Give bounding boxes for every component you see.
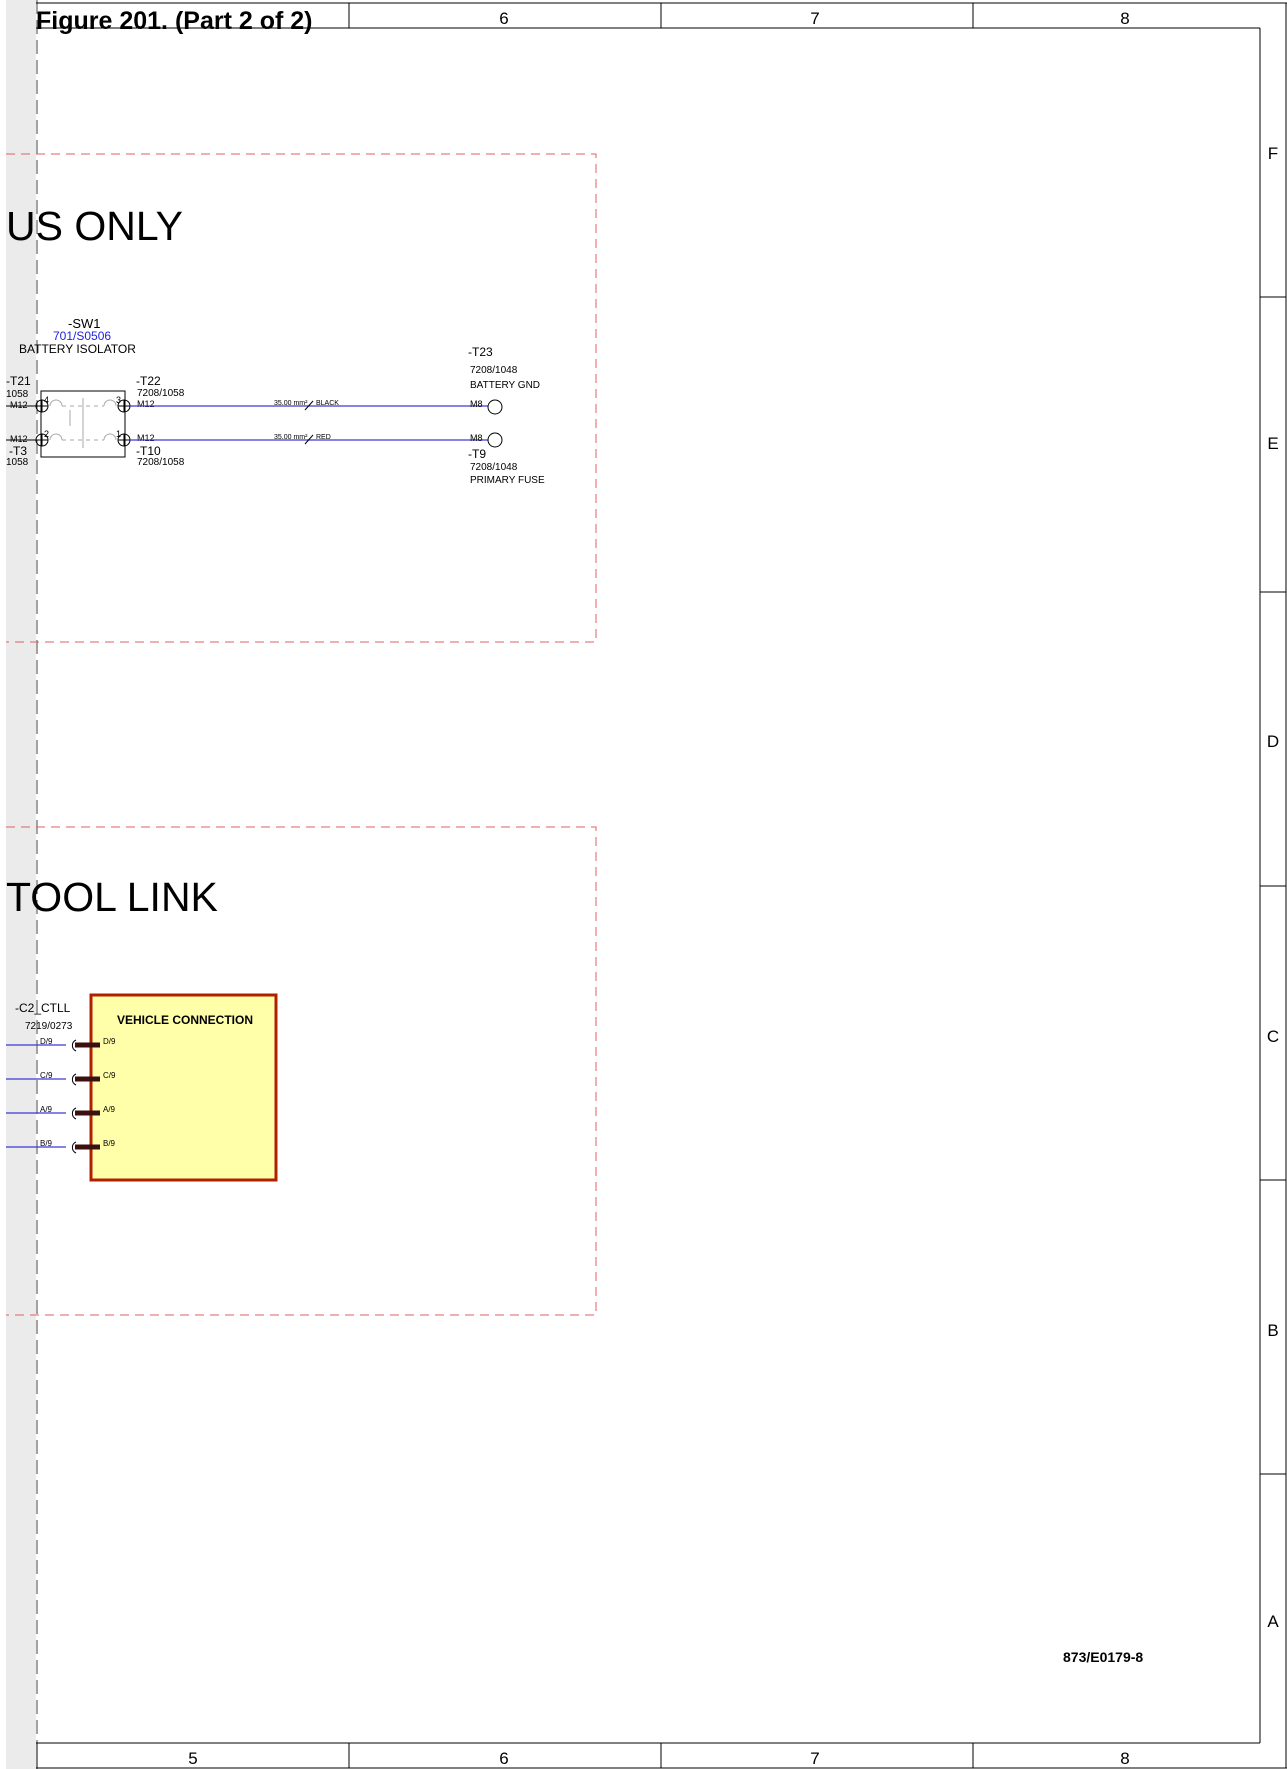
box-title: VEHICLE CONNECTION xyxy=(117,1013,253,1027)
pin-label: A/9 xyxy=(103,1105,116,1114)
pin-label: C/9 xyxy=(103,1071,116,1080)
t21-ref: 1058 xyxy=(6,389,29,400)
pin-label: A/9 xyxy=(40,1105,53,1114)
row-label: C xyxy=(1267,1027,1279,1046)
t9-desc: PRIMARY FUSE xyxy=(470,475,545,486)
row-label: F xyxy=(1268,144,1278,163)
row-label: B xyxy=(1267,1321,1278,1340)
row-label: A xyxy=(1267,1612,1279,1631)
column-label: 7 xyxy=(810,9,819,28)
switch-pin: 2 xyxy=(44,429,49,439)
ring-terminal xyxy=(487,399,503,415)
connector-tag: -C2_CTLL xyxy=(15,1001,71,1015)
pin-label: B/9 xyxy=(103,1139,116,1148)
row-label: D xyxy=(1267,732,1279,751)
row-labels: F E D C B A xyxy=(1267,144,1279,1631)
t21-tag: -T21 xyxy=(6,374,31,388)
t21-bolt: M12 xyxy=(10,400,28,410)
switch-pin: 1 xyxy=(116,429,121,439)
t9-tag: -T9 xyxy=(468,447,486,461)
column-label: 8 xyxy=(1120,1749,1129,1768)
figure-title: Figure 201. (Part 2 of 2) xyxy=(36,7,312,35)
t9-ref: 7208/1048 xyxy=(470,462,518,473)
pin-label: C/9 xyxy=(40,1071,53,1080)
t22-bolt: M12 xyxy=(137,399,155,409)
column-label: 5 xyxy=(188,1749,197,1768)
t23-bolt: M8 xyxy=(470,399,483,409)
us-only-section: US ONLY -SW1 701/S0506 BATTERY ISOLATOR … xyxy=(6,153,597,643)
column-label: 8 xyxy=(1120,9,1129,28)
column-labels-top: 6 7 8 xyxy=(499,9,1129,28)
t10-tag: -T10 xyxy=(136,444,161,458)
t10-ref: 7208/1058 xyxy=(137,457,185,468)
t22-ref: 7208/1058 xyxy=(137,388,185,399)
drawing-number: 873/E0179-8 xyxy=(1063,1649,1143,1665)
switch-pin: 4 xyxy=(44,395,49,405)
pin-label: D/9 xyxy=(40,1037,53,1046)
pin-label: B/9 xyxy=(40,1139,53,1148)
schematic-sheet: Figure 201. (Part 2 of 2) 6 7 8 5 6 7 8 … xyxy=(6,0,1287,1769)
switch-desc: BATTERY ISOLATOR xyxy=(19,342,136,356)
t23-desc: BATTERY GND xyxy=(470,380,540,391)
section-title: TOOL LINK xyxy=(6,874,218,920)
column-label: 6 xyxy=(499,1749,508,1768)
section-title: US ONLY xyxy=(6,203,183,249)
column-labels-bottom: 5 6 7 8 xyxy=(188,1749,1129,1768)
switch-contacts xyxy=(49,398,117,448)
t10-bolt: M12 xyxy=(137,433,155,443)
connector-ref: 7219/0273 xyxy=(25,1021,73,1032)
row-label: E xyxy=(1267,434,1278,453)
switch-pin: 3 xyxy=(116,395,121,405)
column-label: 6 xyxy=(499,9,508,28)
t3-ref: 1058 xyxy=(6,457,29,468)
wire-size: 35.00 mm² xyxy=(274,434,308,441)
wire-color: RED xyxy=(316,434,331,441)
t22-tag: -T22 xyxy=(136,374,161,388)
t23-ref: 7208/1048 xyxy=(470,365,518,376)
t3-tag: -T3 xyxy=(9,444,27,458)
pin-label: D/9 xyxy=(103,1037,116,1046)
ring-terminal xyxy=(487,432,503,448)
column-label: 7 xyxy=(810,1749,819,1768)
switch-ref: 701/S0506 xyxy=(53,329,111,343)
wire-color: BLACK xyxy=(316,400,339,407)
t9-bolt: M8 xyxy=(470,433,483,443)
tool-link-section: TOOL LINK -C2_CTLL 7219/0273 VEHICLE CON… xyxy=(6,826,597,1316)
wire-size: 35.00 mm² xyxy=(274,400,308,407)
t3-bolt: M12 xyxy=(10,434,28,444)
t23-tag: -T23 xyxy=(468,345,493,359)
drawing-frame xyxy=(36,2,1287,1769)
